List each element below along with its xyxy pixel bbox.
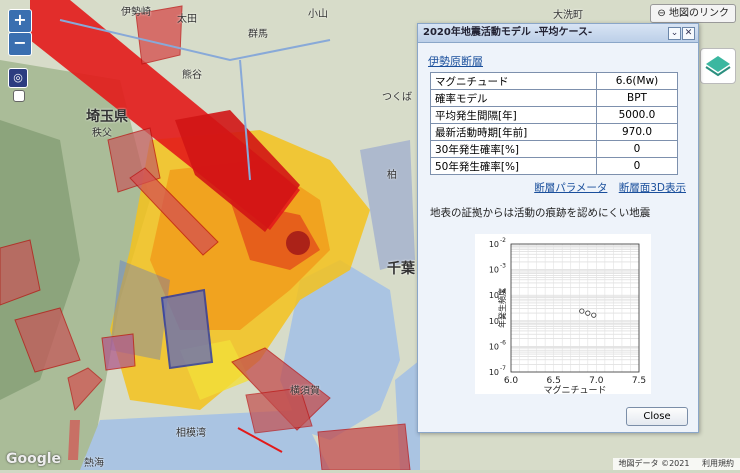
param-row: 最新活動時期[年前] 970.0 (430, 123, 678, 141)
map-label: 相模湾 (176, 428, 206, 439)
param-row: 確率モデル BPT (430, 89, 678, 107)
magnitude-frequency-chart: 6.0 6.5 7.0 7.5 10 -7 10 -6 10 -5 10 -4 10 -3 10 -2 マグニチ… (475, 234, 651, 396)
y-tick-label: 10 (489, 368, 499, 377)
y-tick-exponent: -7 (500, 365, 506, 372)
param-label: 最新活動時期[年前] (430, 123, 597, 141)
param-value: 970.0 (596, 123, 678, 141)
map-label: 小山 (308, 9, 328, 20)
y-tick-exponent: -3 (500, 263, 506, 270)
layer-toggle-icon[interactable] (13, 90, 25, 102)
x-tick-label: 6.0 (504, 376, 519, 386)
param-row: 平均発生間隔[年] 5000.0 (430, 106, 678, 124)
map-attribution: 地図データ ©2021 利用規約 (612, 458, 740, 470)
map-label: 秩父 (92, 128, 112, 139)
fault-params-link[interactable]: 断層パラメータ (534, 182, 607, 194)
data-point (579, 308, 585, 314)
param-value: 5000.0 (596, 106, 678, 124)
link-icon: ⊖ (657, 8, 666, 19)
map-label: 柏 (387, 170, 397, 181)
param-label: マグニチュード (430, 72, 597, 90)
y-axis-label: 年発生頻度 (497, 288, 507, 328)
google-logo: Google (6, 451, 62, 467)
map-label: 大洗町 (553, 10, 583, 21)
map-label: 千葉 (387, 261, 415, 277)
terms-link[interactable]: 利用規約 (702, 459, 734, 468)
param-row: 50年発生確率[%] 0 (430, 157, 678, 175)
x-tick-label: 7.0 (589, 376, 604, 386)
map-label: つくば (382, 92, 412, 103)
y-tick-exponent: -2 (500, 237, 506, 244)
y-tick-label: 10 (489, 266, 499, 275)
fault-params-table: マグニチュード 6.6(Mw) 確率モデル BPT 平均発生間隔[年] 5000.0 最新活… (430, 72, 678, 175)
y-tick-label: 10 (489, 342, 499, 351)
layers-icon (705, 56, 731, 77)
data-point (591, 312, 597, 318)
fault-description: 地表の証拠からは活動の痕跡を認めにくい地震 (430, 207, 651, 219)
param-value: 0 (596, 157, 678, 175)
map-label: 伊勢崎 (121, 7, 151, 18)
map-label: 太田 (177, 14, 197, 25)
data-point (585, 310, 591, 316)
dialog-title: 2020年地震活動モデル -平均ケース- (418, 24, 698, 43)
fault-name-link[interactable]: 伊勢原断層 (428, 53, 686, 69)
map-label: 熱海 (84, 458, 104, 469)
y-tick-label: 10 (489, 240, 499, 249)
x-tick-label: 6.5 (547, 376, 561, 386)
zoom-in-button[interactable]: + (8, 9, 32, 33)
attribution-text: 地図データ ©2021 (618, 459, 690, 468)
param-row: 30年発生確率[%] 0 (430, 140, 678, 158)
param-value: 6.6(Mw) (596, 72, 678, 90)
fault-3d-link[interactable]: 断層面3D表示 (619, 182, 686, 194)
y-tick-exponent: -6 (500, 339, 506, 346)
map-label: 群馬 (248, 29, 268, 40)
x-axis-label: マグニチュード (543, 384, 606, 394)
param-label: 50年発生確率[%] (430, 157, 597, 175)
fault-info-dialog: 2020年地震活動モデル -平均ケース- ⌄ ✕ 伊勢原断層 マグニチュード 6.… (417, 23, 699, 433)
param-row: マグニチュード 6.6(Mw) (430, 72, 678, 90)
param-label: 確率モデル (430, 89, 597, 107)
close-icon[interactable]: ✕ (682, 27, 695, 40)
globe-icon[interactable]: ◎ (8, 68, 28, 88)
param-value: BPT (596, 89, 678, 107)
map-link-label: 地図のリンク (669, 8, 729, 19)
chart-svg: 6.0 6.5 7.0 7.510 -710 -610 -510 -410 -310 -2マグニチ… (489, 237, 646, 396)
zoom-out-button[interactable]: − (8, 32, 32, 56)
map-label: 埼玉県 (86, 109, 128, 125)
minimize-icon[interactable]: ⌄ (668, 27, 681, 40)
close-button[interactable]: Close (626, 407, 688, 426)
layers-button[interactable] (700, 48, 736, 84)
param-value: 0 (596, 140, 678, 158)
plot-frame (510, 243, 640, 373)
map-label: 横須賀 (290, 386, 320, 397)
param-label: 30年発生確率[%] (430, 140, 597, 158)
x-tick-label: 7.5 (632, 376, 646, 386)
dialog-links: 断層パラメータ 断層面3D表示 (428, 180, 686, 195)
map-label: 熊谷 (182, 70, 202, 81)
map-link-button[interactable]: ⊖ 地図のリンク (650, 4, 736, 23)
param-label: 平均発生間隔[年] (430, 106, 597, 124)
